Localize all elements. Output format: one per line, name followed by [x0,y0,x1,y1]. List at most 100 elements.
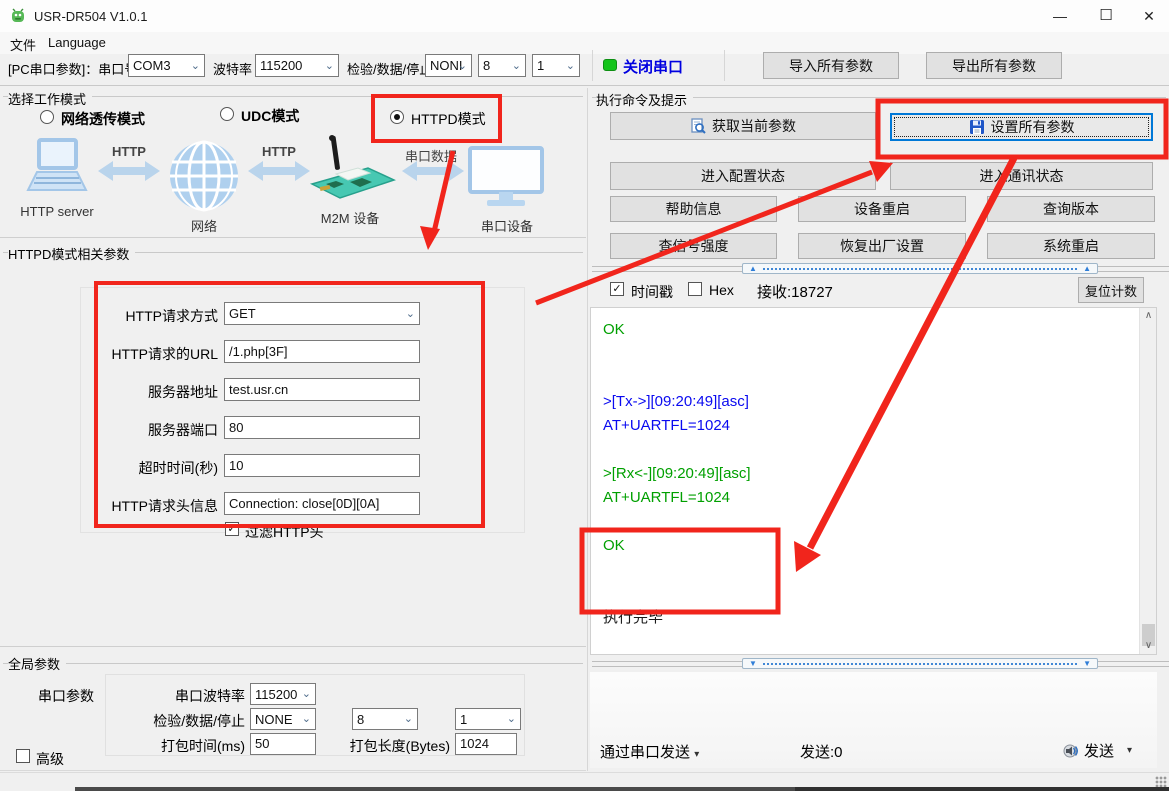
chevron-down-icon: ⌄ [406,306,415,319]
system-restart-button[interactable]: 系统重启 [987,233,1155,259]
http-header-input[interactable]: Connection: close[0D][0A] [224,492,420,515]
com-port-select[interactable]: COM3⌄ [128,54,205,77]
log-area[interactable]: OK >[Tx->][09:20:49][asc]AT+UARTFL=1024 … [590,307,1157,655]
serial-device-label: 串口设备 [468,216,546,235]
timestamp-checkbox[interactable]: ✓ [610,282,624,296]
enter-comm-button[interactable]: 进入通讯状态 [890,162,1153,190]
log-line: OK [603,318,751,342]
global-stopbits-select[interactable]: 1⌄ [455,708,521,730]
chevron-down-icon: ⌄ [512,58,521,71]
menu-bar: 文件 Language [0,32,1169,54]
chevron-down-icon: ⌄ [404,712,413,725]
triangle-down-icon: ▼ [1083,660,1091,668]
parity-select[interactable]: NONI⌄ [425,54,472,77]
log-line [603,342,751,366]
httpd-section-title: HTTPD模式相关参数 [8,244,135,263]
factory-reset-button[interactable]: 恢复出厂设置 [798,233,966,259]
panel-divider[interactable] [587,88,588,771]
log-line [603,510,751,534]
stopbits-select[interactable]: 1⌄ [532,54,580,77]
divider [0,646,586,647]
import-params-button[interactable]: 导入所有参数 [763,52,899,79]
splitter-handle[interactable]: ▼ ▼ [742,658,1098,669]
radio-transparent-mode-label[interactable]: 网络透传模式 [61,109,145,129]
minimize-button[interactable]: — [1037,0,1083,32]
radio-httpd-mode-label[interactable]: HTTPD模式 [411,109,486,129]
radio-httpd-mode[interactable] [390,110,404,124]
maximize-button[interactable]: ☐ [1083,0,1129,32]
get-params-button[interactable]: 获取当前参数 [610,112,876,140]
app-window: USR-DR504 V1.0.1 — ☐ ✕ 文件 Language [PC串口… [0,0,1169,791]
device-restart-button[interactable]: 设备重启 [798,196,966,222]
log-line [603,366,751,390]
pack-time-label: 打包时间(ms) [125,736,245,756]
advanced-checkbox[interactable] [16,749,30,763]
baud-select[interactable]: 115200⌄ [255,54,339,77]
command-section-title: 执行命令及提示 [596,90,693,109]
global-parity-select[interactable]: NONE⌄ [250,708,316,730]
menu-file[interactable]: 文件 [6,35,40,54]
triangle-down-icon: ▼ [749,660,757,668]
m2m-device-icon [306,134,396,204]
signal-strength-button[interactable]: 查信号强度 [610,233,777,259]
help-info-button[interactable]: 帮助信息 [610,196,777,222]
log-line: >[Tx->][09:20:49][asc] [603,390,751,414]
radio-udc-mode-label[interactable]: UDC模式 [241,106,299,126]
annotation-arrowhead [420,226,440,250]
http-url-input[interactable]: /1.php[3F] [224,340,420,363]
divider [0,85,1169,86]
global-parity-label: 检验/数据/停止 [125,711,245,731]
pack-time-input[interactable]: 50 [250,733,316,755]
pack-len-input[interactable]: 1024 [455,733,517,755]
taskbar-edge [795,787,1169,791]
log-scrollbar[interactable]: ∧ ∨ [1139,308,1156,654]
m2m-device-label: M2M 设备 [300,208,400,227]
enter-config-button[interactable]: 进入配置状态 [610,162,876,190]
log-line [603,438,751,462]
http-header-label: HTTP请求头信息 [78,496,218,516]
parity-label: 检验/数据/停止 [347,59,432,78]
advanced-label: 高级 [36,749,64,769]
databits-select[interactable]: 8⌄ [478,54,526,77]
timeout-label: 超时时间(秒) [78,458,218,478]
timeout-input[interactable]: 10 [224,454,420,477]
splitter-dots [763,268,1077,270]
query-version-button[interactable]: 查询版本 [987,196,1155,222]
http-method-label: HTTP请求方式 [78,306,218,326]
global-databits-select[interactable]: 8⌄ [352,708,418,730]
speaker-icon [1063,743,1079,759]
filter-http-label: 过滤HTTP头 [245,522,324,542]
log-line: OK [603,534,751,558]
radio-udc-mode[interactable] [220,107,234,121]
chevron-down-icon: ⌄ [191,58,200,71]
chevron-down-icon: ⌄ [325,58,334,71]
scroll-down-icon[interactable]: ∨ [1140,638,1157,654]
title-bar: USR-DR504 V1.0.1 — ☐ ✕ [0,0,1169,32]
splitter-dots [763,663,1077,665]
timestamp-label: 时间戳 [631,282,673,302]
close-serial-button[interactable]: 关闭串口 [623,56,683,77]
server-addr-input[interactable]: test.usr.cn [224,378,420,401]
http-method-select[interactable]: GET⌄ [224,302,420,325]
status-bar [0,772,1169,787]
set-params-button[interactable]: 设置所有参数 [890,113,1153,141]
dropdown-arrow-icon: ▾ [694,749,699,760]
scroll-up-icon[interactable]: ∧ [1140,308,1157,324]
hex-checkbox[interactable] [688,282,702,296]
splitter-handle[interactable]: ▲ ▲ [742,263,1098,274]
export-params-button[interactable]: 导出所有参数 [926,52,1062,79]
close-button[interactable]: ✕ [1126,0,1169,32]
radio-transparent-mode[interactable] [40,110,54,124]
chevron-down-icon: ⌄ [302,712,311,725]
send-via-serial-dropdown[interactable]: 通过串口发送 ▾ [600,741,699,762]
reset-count-button[interactable]: 复位计数 [1078,277,1144,303]
double-arrow-icon [402,160,464,182]
filter-http-checkbox[interactable]: ✓ [225,522,239,536]
hex-label: Hex [709,282,734,298]
serial-open-indicator-icon [603,59,617,71]
global-baud-select[interactable]: 115200⌄ [250,683,316,705]
send-button[interactable]: 发送 ▾ [1063,740,1132,761]
menu-language[interactable]: Language [44,35,110,50]
chevron-down-icon: ⌄ [458,58,467,71]
server-port-input[interactable]: 80 [224,416,420,439]
